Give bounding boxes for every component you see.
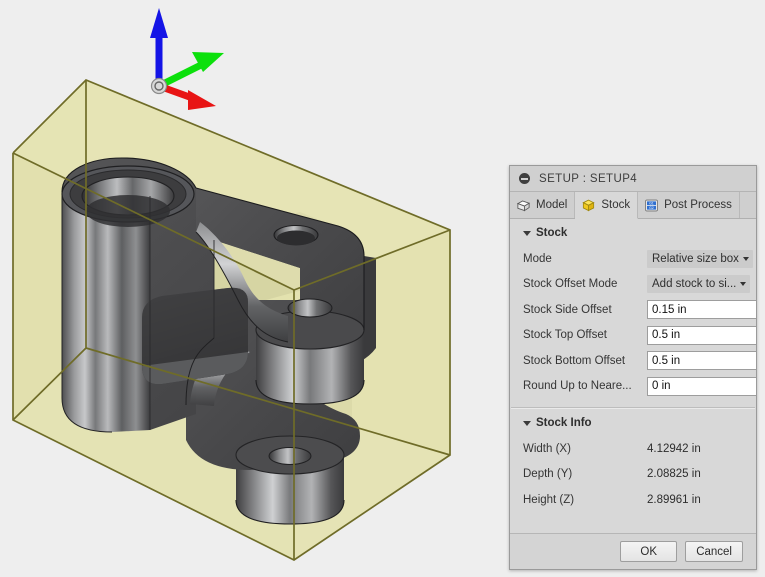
ok-button[interactable]: OK (620, 541, 678, 562)
stock-fields: Mode Relative size box Stock Offset Mode… (510, 246, 756, 399)
info-row-width-x: Width (X) 4.12942 in (523, 436, 744, 462)
svg-text:G2: G2 (649, 206, 654, 210)
info-value-depth-y: 2.08825 in (647, 468, 701, 481)
mode-select[interactable]: Relative size box (647, 249, 753, 268)
round-up-to-nearest-input[interactable] (647, 376, 756, 396)
field-row-stock-top-offset: Stock Top Offset (523, 323, 756, 349)
stock-side-offset-input[interactable] (647, 300, 756, 320)
field-label-round-up-to-nearest: Round Up to Neare... (523, 380, 632, 393)
setup-dialog[interactable]: SETUP : SETUP4 Model Stock G1 G2 Post Pr… (509, 165, 757, 570)
stock-offset-mode-value: Add stock to si... (652, 278, 737, 291)
stock-cube-icon (582, 199, 595, 211)
info-label-height-z: Height (Z) (523, 493, 575, 506)
field-row-round-up-to-nearest: Round Up to Neare... (523, 374, 756, 400)
stock-bottom-offset-input[interactable] (647, 351, 756, 371)
info-row-height-z: Height (Z) 2.89961 in (523, 487, 744, 513)
tab-post-process-label: Post Process (664, 199, 732, 211)
field-label-stock-side-offset: Stock Side Offset (523, 303, 612, 316)
tab-model-label: Model (536, 199, 568, 211)
stock-section-header[interactable]: Stock (510, 219, 756, 246)
field-row-stock-bottom-offset: Stock Bottom Offset (523, 348, 756, 374)
dialog-tabs[interactable]: Model Stock G1 G2 Post Process (510, 192, 756, 219)
tab-stock-label: Stock (601, 199, 631, 211)
collapse-icon[interactable] (519, 173, 530, 184)
chevron-down-icon (523, 420, 531, 426)
field-label-mode: Mode (523, 252, 552, 265)
dialog-footer: OK Cancel (510, 533, 756, 569)
stock-top-offset-stepper[interactable] (647, 325, 756, 345)
model-cube-icon (516, 200, 531, 211)
mode-select-value: Relative size box (652, 252, 739, 265)
field-label-stock-offset-mode: Stock Offset Mode (523, 278, 618, 291)
dialog-body: Stock Mode Relative size box Stock Offse… (510, 219, 756, 533)
stock-info-title: Stock Info (536, 417, 592, 429)
stock-offset-mode-select[interactable]: Add stock to si... (647, 275, 751, 294)
info-row-depth-y: Depth (Y) 2.08825 in (523, 462, 744, 488)
origin-triad[interactable] (150, 8, 224, 110)
tab-post-process[interactable]: G1 G2 Post Process (638, 192, 740, 218)
stock-bottom-offset-stepper[interactable] (647, 351, 756, 371)
tab-stock[interactable]: Stock (575, 192, 639, 219)
info-label-width-x: Width (X) (523, 442, 571, 455)
info-value-width-x: 4.12942 in (647, 442, 701, 455)
origin-marker-icon (150, 77, 168, 95)
gcode-icon: G1 G2 (645, 199, 658, 211)
field-label-stock-top-offset: Stock Top Offset (523, 329, 607, 342)
chevron-down-icon (740, 282, 747, 287)
field-label-stock-bottom-offset: Stock Bottom Offset (523, 354, 626, 367)
info-label-depth-y: Depth (Y) (523, 468, 573, 481)
info-value-height-z: 2.89961 in (647, 493, 701, 506)
stock-info-rows: Width (X) 4.12942 in Depth (Y) 2.08825 i… (510, 436, 756, 513)
chevron-down-icon (523, 230, 531, 236)
dialog-title-bar[interactable]: SETUP : SETUP4 (510, 166, 756, 192)
dialog-title: SETUP : SETUP4 (539, 172, 638, 185)
stock-section-title: Stock (536, 227, 568, 239)
stock-side-offset-stepper[interactable] (647, 300, 756, 320)
tab-model[interactable]: Model (510, 192, 576, 218)
stock-info-section-header[interactable]: Stock Info (510, 409, 756, 436)
field-row-mode: Mode Relative size box (523, 246, 753, 272)
cancel-button[interactable]: Cancel (685, 541, 743, 562)
round-up-to-nearest-stepper[interactable] (647, 376, 756, 396)
stock-top-offset-input[interactable] (647, 325, 756, 345)
chevron-down-icon (742, 256, 749, 261)
field-row-stock-side-offset: Stock Side Offset (523, 297, 756, 323)
svg-text:G1: G1 (649, 201, 654, 205)
field-row-stock-offset-mode: Stock Offset Mode Add stock to si... (523, 272, 751, 298)
